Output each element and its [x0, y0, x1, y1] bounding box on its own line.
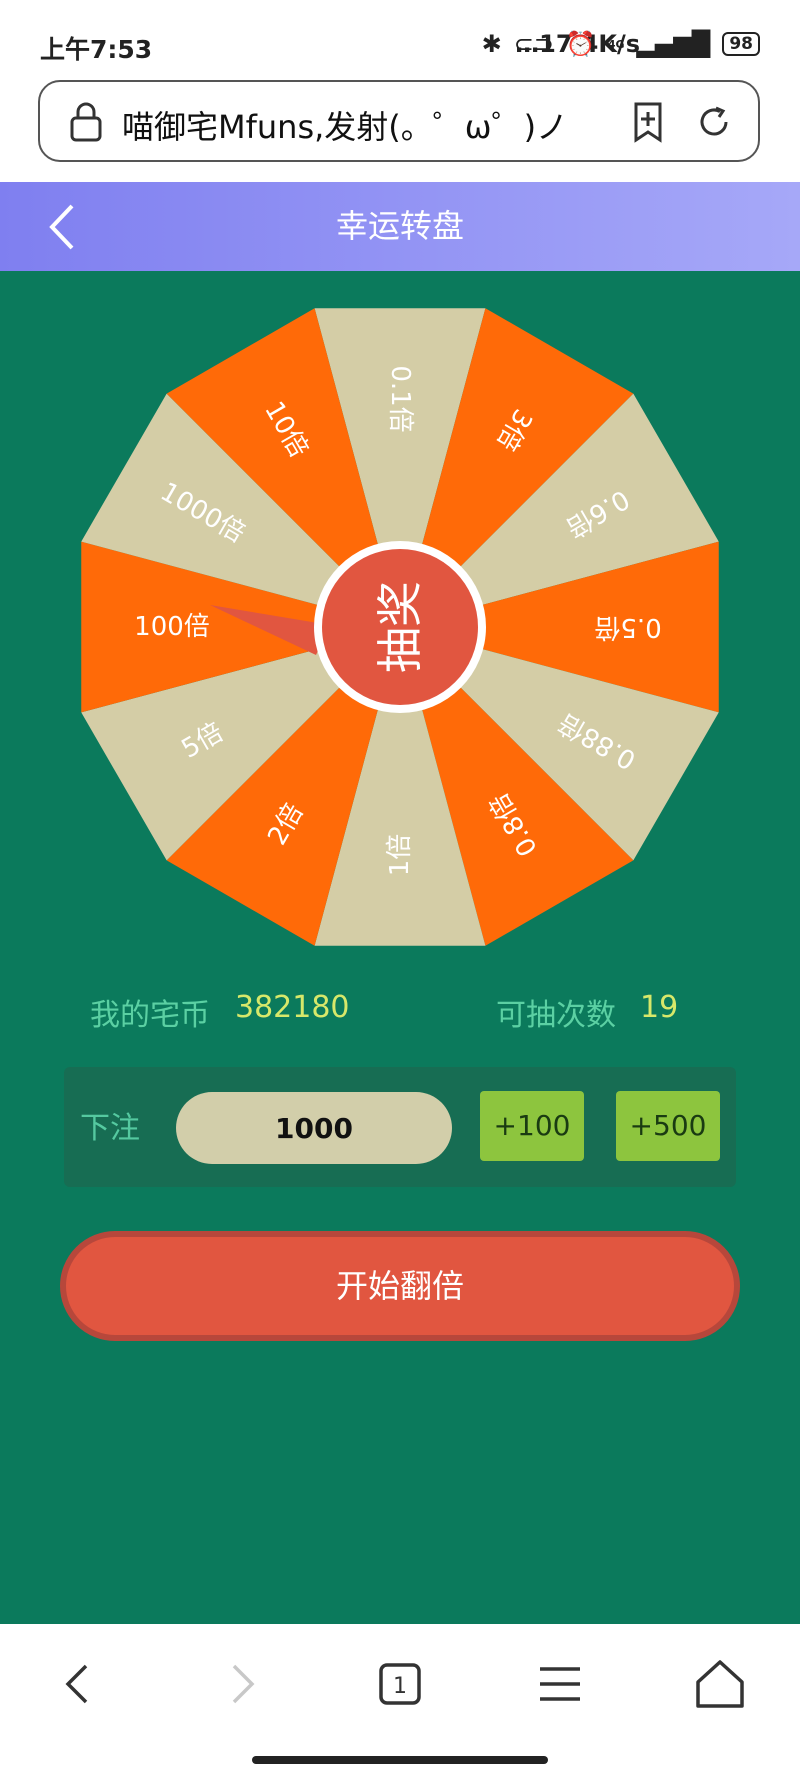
wheel-segment-label: 0.1倍 [385, 365, 415, 432]
draws-value: 19 [640, 990, 679, 1025]
wheel-segment-label: 1倍 [385, 834, 415, 877]
signal-icon: ▂▄▆█ [636, 30, 711, 58]
battery-icon: 98 [722, 32, 760, 56]
prize-wheel: 0.1倍 3倍0.6倍0.5倍0.88倍0.8倍1倍2倍5倍100倍1000倍10… [81, 308, 719, 946]
address-bar[interactable]: 喵御宅Mfuns,发射(。゜ω゜)ノ [38, 80, 760, 162]
network-type: 4G [607, 37, 625, 51]
tabs-icon[interactable]: 1 [370, 1654, 430, 1714]
nav-back-icon[interactable] [48, 1654, 108, 1714]
bluetooth-icon: ✱ [481, 30, 502, 58]
home-indicator [252, 1756, 548, 1764]
menu-icon[interactable] [530, 1654, 590, 1714]
start-button[interactable]: 开始翻倍 [60, 1231, 740, 1341]
header-title: 幸运转盘 [335, 207, 464, 245]
coins-label: 我的宅币 [90, 998, 210, 1033]
svg-text:1: 1 [393, 1674, 407, 1699]
status-time: 上午7:53 [40, 35, 153, 64]
bet-label: 下注 [80, 1111, 140, 1146]
nav-forward-icon[interactable] [212, 1654, 272, 1714]
add-100-button[interactable]: +100 [480, 1091, 584, 1161]
add-500-button[interactable]: +500 [616, 1091, 720, 1161]
main-content: 0.1倍 3倍 0.6倍 0.5倍 0.88倍 0.8倍 1倍 2倍 5倍 100倍 1000倍 10… [0, 271, 800, 1624]
vr-icon: ⊂⊃ [513, 30, 554, 58]
page-header: 幸运转盘 [0, 182, 800, 271]
home-icon[interactable] [690, 1654, 750, 1714]
reload-icon[interactable] [694, 102, 734, 142]
draws-label: 可抽次数 [496, 998, 616, 1033]
wheel-segment-label: 100倍 [134, 612, 210, 642]
bet-amount-input[interactable] [176, 1092, 452, 1164]
add-bookmark-icon[interactable] [628, 100, 668, 144]
status-icons: ✱ ⊂⊃ ⏰ 4G ▂▄▆█ 98 [482, 30, 760, 58]
draw-button-label[interactable]: 抽奖 [373, 581, 427, 673]
bet-panel: 下注 +100 +500 [64, 1067, 736, 1187]
page-title[interactable]: 喵御宅Mfuns,发射(。゜ω゜)ノ [122, 102, 612, 142]
status-bar: 上午7:53 …17.4K/s ✱ ⊂⊃ ⏰ 4G ▂▄▆█ 98 [0, 0, 800, 80]
wheel-segment-label: 0.5倍 [594, 612, 661, 642]
browser-nav-bar: 1 [0, 1624, 800, 1778]
lock-icon [70, 102, 102, 142]
alarm-icon: ⏰ [565, 30, 596, 58]
coins-value: 382180 [235, 990, 350, 1025]
